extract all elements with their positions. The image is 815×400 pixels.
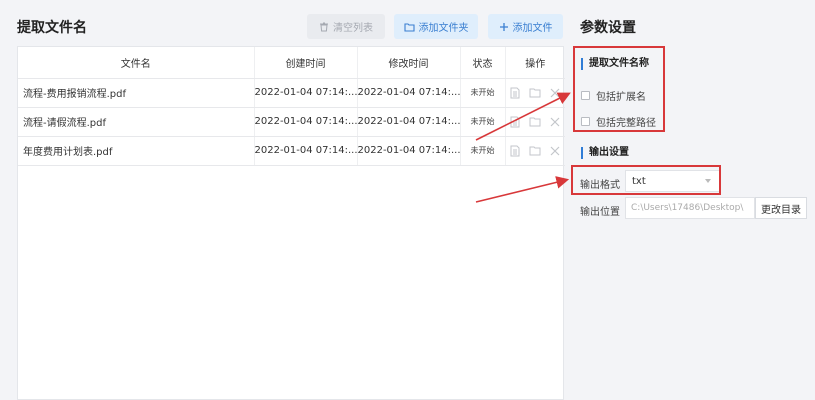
annotation-arrow: [475, 92, 571, 141]
annotation-arrows: [475, 92, 571, 203]
annotation-arrow: [475, 176, 570, 203]
